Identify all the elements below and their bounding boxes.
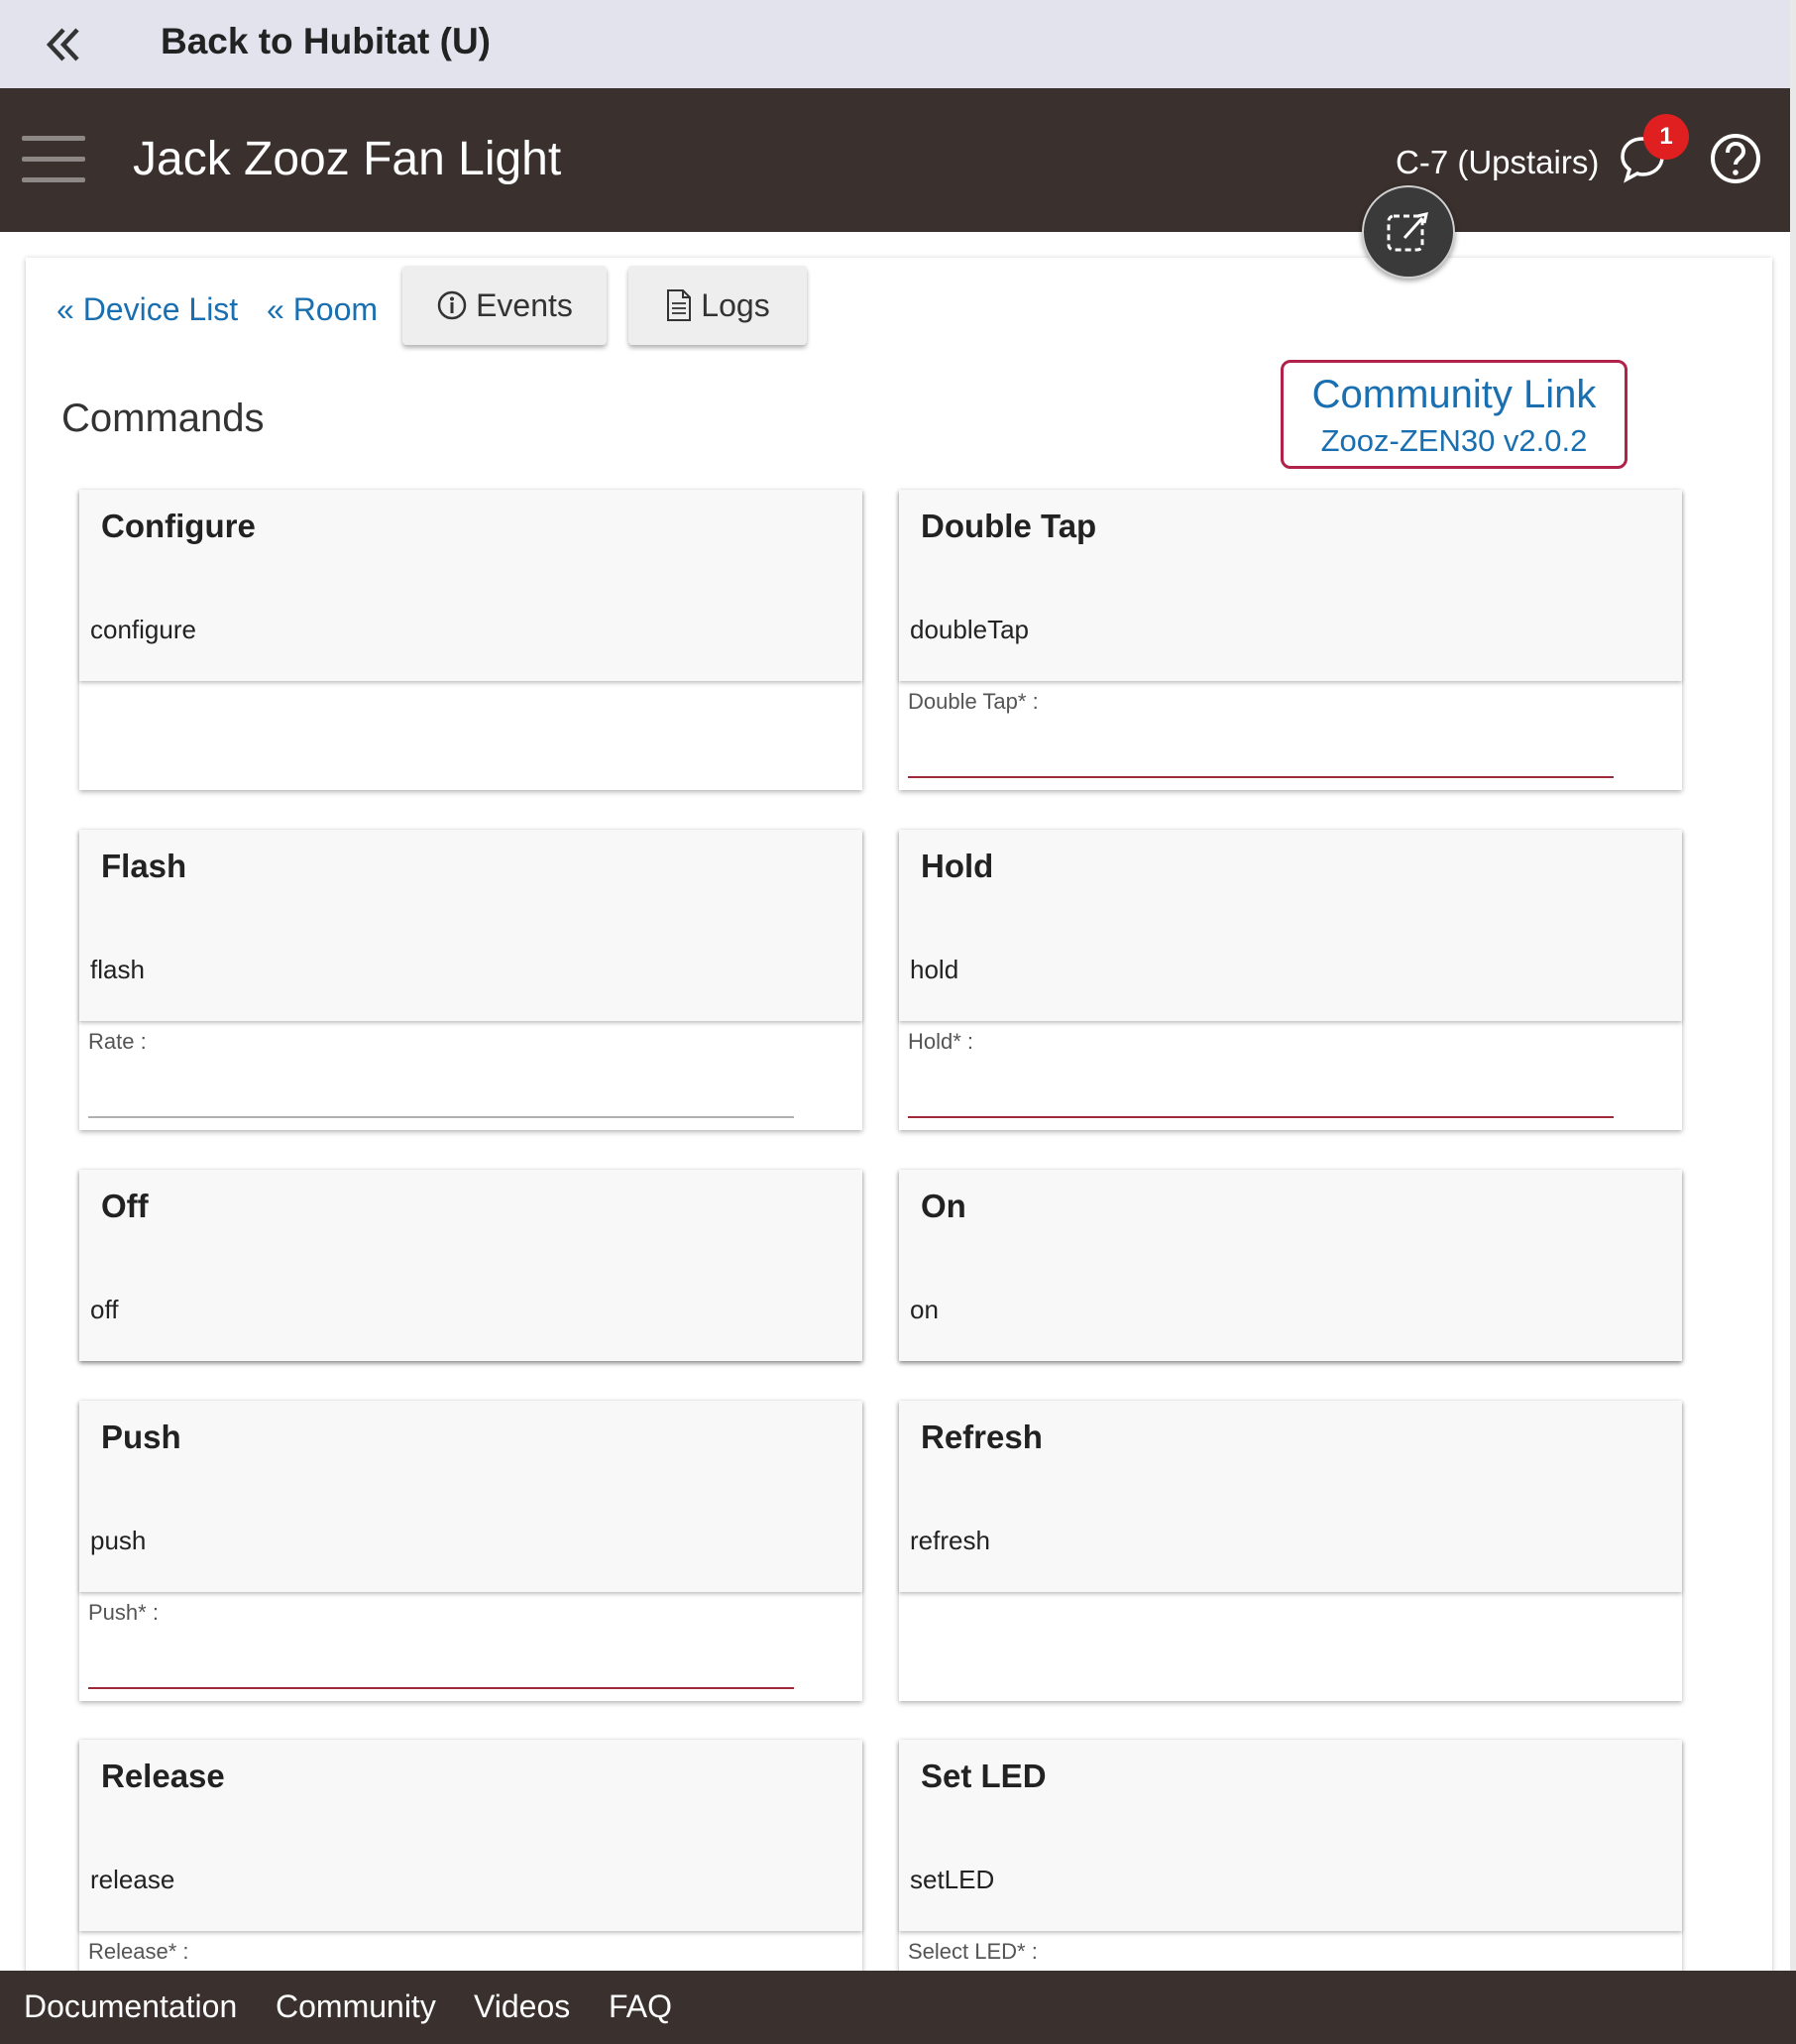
- room-link[interactable]: « Room: [267, 291, 378, 328]
- command-title: Push: [101, 1419, 181, 1455]
- info-icon: [437, 290, 467, 320]
- edit-selection-icon: [1387, 212, 1428, 252]
- community-link[interactable]: Community Link Zooz-ZEN30 v2.0.2: [1281, 360, 1628, 469]
- double-tap-input[interactable]: [908, 776, 1614, 778]
- logs-label: Logs: [701, 286, 770, 323]
- back-bar[interactable]: Back to Hubitat (U): [0, 0, 1796, 88]
- footer-documentation-link[interactable]: Documentation: [24, 1988, 237, 2025]
- command-button-on[interactable]: On on: [899, 1170, 1682, 1361]
- command-button-refresh[interactable]: Refresh refresh: [899, 1401, 1682, 1592]
- hub-name: C-7 (Upstairs): [1396, 144, 1600, 180]
- command-card-double-tap: Double Tap doubleTap Double Tap* :: [899, 490, 1682, 790]
- command-button-release[interactable]: Release release: [79, 1740, 862, 1931]
- command-card-configure: Configure configure: [79, 490, 862, 790]
- notification-badge[interactable]: 1: [1643, 114, 1689, 160]
- events-button[interactable]: Events: [402, 266, 607, 345]
- command-card-push: Push push Push* :: [79, 1401, 862, 1701]
- command-name: flash: [90, 955, 145, 984]
- command-button-hold[interactable]: Hold hold: [899, 830, 1682, 1021]
- community-link-title: Community Link: [1311, 373, 1597, 416]
- command-params-empty: [899, 1592, 1682, 1701]
- footer-videos-link[interactable]: Videos: [474, 1988, 570, 2025]
- double-chevron-left-icon: [46, 28, 79, 61]
- device-list-link[interactable]: « Device List: [56, 291, 238, 328]
- field-label: Push* :: [88, 1600, 159, 1625]
- command-button-flash[interactable]: Flash flash: [79, 830, 862, 1021]
- back-to-hubitat-label[interactable]: Back to Hubitat (U): [161, 21, 491, 62]
- edit-layout-button[interactable]: [1362, 185, 1455, 279]
- push-field[interactable]: Push* :: [79, 1592, 862, 1701]
- command-title: Set LED: [921, 1758, 1047, 1794]
- field-label: Rate :: [88, 1029, 147, 1054]
- field-label: Double Tap* :: [908, 689, 1039, 714]
- double-tap-field[interactable]: Double Tap* :: [899, 681, 1682, 790]
- command-name: hold: [910, 955, 959, 984]
- command-title: Flash: [101, 848, 187, 884]
- command-button-push[interactable]: Push push: [79, 1401, 862, 1592]
- command-title: Hold: [921, 848, 994, 884]
- command-title: Release: [101, 1758, 225, 1794]
- command-params-empty: [79, 681, 862, 790]
- command-name: doubleTap: [910, 615, 1029, 644]
- command-title: On: [921, 1188, 966, 1224]
- command-card-off: Off off: [79, 1170, 862, 1361]
- help-icon[interactable]: [1709, 132, 1762, 185]
- command-title: Configure: [101, 508, 256, 544]
- footer-community-link[interactable]: Community: [276, 1988, 436, 2025]
- scrollbar[interactable]: [1790, 0, 1796, 1971]
- footer-nav: Documentation Community Videos FAQ: [0, 1971, 1796, 2044]
- commands-heading: Commands: [61, 397, 265, 440]
- hold-field[interactable]: Hold* :: [899, 1021, 1682, 1130]
- footer-faq-link[interactable]: FAQ: [609, 1988, 672, 2025]
- command-name: off: [90, 1295, 119, 1324]
- menu-icon[interactable]: [22, 136, 85, 182]
- command-name: configure: [90, 615, 196, 644]
- command-card-hold: Hold hold Hold* :: [899, 830, 1682, 1130]
- command-button-configure[interactable]: Configure configure: [79, 490, 862, 681]
- hold-input[interactable]: [908, 1116, 1614, 1118]
- device-panel: « Device List « Room Events Logs Command…: [26, 258, 1772, 2040]
- rate-input[interactable]: [88, 1116, 794, 1118]
- command-name: refresh: [910, 1526, 990, 1555]
- command-name: push: [90, 1526, 147, 1555]
- events-label: Events: [476, 286, 573, 323]
- logs-button[interactable]: Logs: [628, 266, 807, 345]
- command-title: Refresh: [921, 1419, 1043, 1455]
- command-name: release: [90, 1865, 175, 1894]
- command-title: Off: [101, 1188, 149, 1224]
- command-card-refresh: Refresh refresh: [899, 1401, 1682, 1701]
- app-header: Jack Zooz Fan Light C-7 (Upstairs) 1: [0, 88, 1796, 232]
- command-button-set-led[interactable]: Set LED setLED: [899, 1740, 1682, 1931]
- command-card-on: On on: [899, 1170, 1682, 1361]
- rate-field[interactable]: Rate :: [79, 1021, 862, 1130]
- field-label: Release* :: [88, 1939, 189, 1964]
- page-title: Jack Zooz Fan Light: [133, 133, 562, 185]
- command-name: setLED: [910, 1865, 995, 1894]
- command-name: on: [910, 1295, 939, 1324]
- field-label: Select LED* :: [908, 1939, 1038, 1964]
- command-button-double-tap[interactable]: Double Tap doubleTap: [899, 490, 1682, 681]
- field-label: Hold* :: [908, 1029, 974, 1054]
- command-button-off[interactable]: Off off: [79, 1170, 862, 1361]
- push-input[interactable]: [88, 1687, 794, 1689]
- community-link-driver: Zooz-ZEN30 v2.0.2: [1320, 423, 1588, 458]
- command-card-flash: Flash flash Rate :: [79, 830, 862, 1130]
- command-title: Double Tap: [921, 508, 1097, 544]
- document-icon: [667, 289, 692, 321]
